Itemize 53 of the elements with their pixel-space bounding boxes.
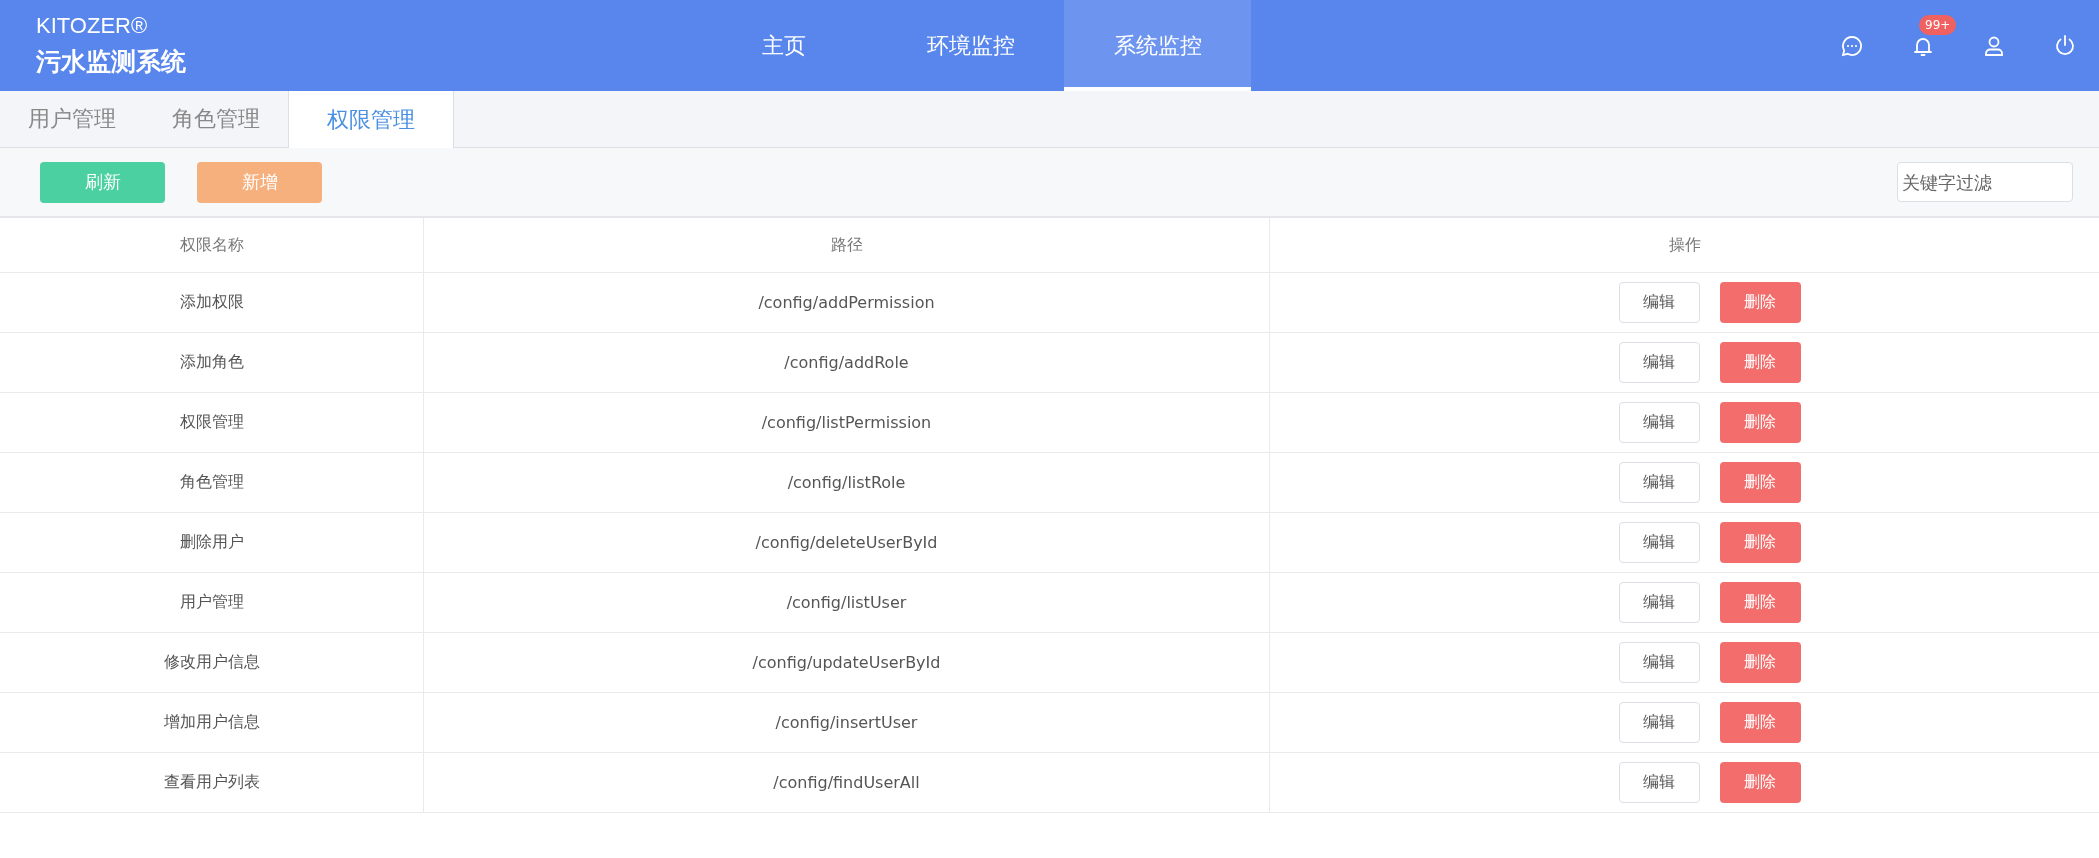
refresh-button[interactable]: 刷新 xyxy=(40,161,165,203)
delete-button[interactable]: 删除 xyxy=(1719,642,1801,683)
nav-tab[interactable]: 环境监控 xyxy=(877,0,1064,91)
edit-button[interactable]: 编辑 xyxy=(1618,642,1700,683)
permission-path: /config/listRole xyxy=(787,473,906,492)
edit-button[interactable]: 编辑 xyxy=(1618,462,1700,503)
permission-path: /config/listPermission xyxy=(761,413,932,432)
edit-button[interactable]: 编辑 xyxy=(1618,582,1700,623)
app-title: 污水监测系统 xyxy=(36,46,186,78)
permission-name: 添加角色 xyxy=(179,352,244,371)
permission-name: 添加权限 xyxy=(179,292,244,311)
permission-name: 权限管理 xyxy=(179,412,244,431)
nav-tab[interactable]: 主页 xyxy=(690,0,877,91)
add-button[interactable]: 新增 xyxy=(197,161,322,203)
permission-path: /config/insertUser xyxy=(775,713,918,732)
column-header: 权限名称 xyxy=(179,234,244,254)
delete-button[interactable]: 删除 xyxy=(1719,282,1801,323)
permission-path: /config/addRole xyxy=(784,353,909,372)
permission-name: 增加用户信息 xyxy=(163,712,260,731)
permission-path: /config/updateUserById xyxy=(752,653,941,672)
delete-button[interactable]: 删除 xyxy=(1719,582,1801,623)
permission-name: 角色管理 xyxy=(179,472,244,491)
delete-button[interactable]: 删除 xyxy=(1719,702,1801,743)
column-header: 操作 xyxy=(1668,234,1701,254)
delete-button[interactable]: 删除 xyxy=(1719,762,1801,803)
edit-button[interactable]: 编辑 xyxy=(1618,342,1700,383)
edit-button[interactable]: 编辑 xyxy=(1618,762,1700,803)
delete-button[interactable]: 删除 xyxy=(1719,402,1801,443)
edit-button[interactable]: 编辑 xyxy=(1618,522,1700,563)
notification-badge: 99+ xyxy=(1919,14,1957,35)
permission-path: /config/findUserAll xyxy=(773,773,920,792)
delete-button[interactable]: 删除 xyxy=(1719,342,1801,383)
chat-icon[interactable] xyxy=(1840,33,1864,58)
page-tab[interactable]: 角色管理 xyxy=(144,91,288,147)
permission-path: /config/addPermission xyxy=(758,293,935,312)
permission-path: /config/deleteUserById xyxy=(755,533,938,552)
column-header: 路径 xyxy=(830,234,863,254)
nav-tab[interactable]: 系统监控 xyxy=(1064,0,1251,91)
edit-button[interactable]: 编辑 xyxy=(1618,282,1700,323)
permission-name: 用户管理 xyxy=(179,592,244,611)
delete-button[interactable]: 删除 xyxy=(1719,462,1801,503)
brand-name: KITOZER® xyxy=(36,13,148,39)
page-tab[interactable]: 权限管理 xyxy=(288,91,454,148)
permission-name: 删除用户 xyxy=(179,532,244,551)
power-icon[interactable] xyxy=(2053,33,2077,58)
edit-button[interactable]: 编辑 xyxy=(1618,702,1700,743)
permission-path: /config/listUser xyxy=(786,593,907,612)
delete-button[interactable]: 删除 xyxy=(1719,522,1801,563)
permission-name: 修改用户信息 xyxy=(163,652,260,671)
edit-button[interactable]: 编辑 xyxy=(1618,402,1700,443)
filter-field[interactable]: 关键字过滤 xyxy=(1897,162,2073,202)
page-tab[interactable]: 用户管理 xyxy=(0,91,144,147)
permission-name: 查看用户列表 xyxy=(163,772,260,791)
